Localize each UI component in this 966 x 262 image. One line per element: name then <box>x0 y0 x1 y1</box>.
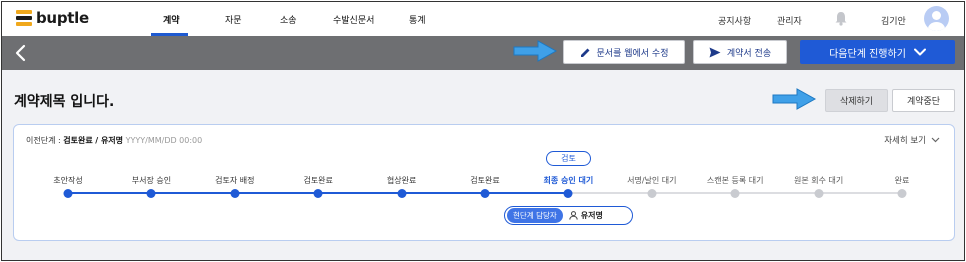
assignee-user: 유저명 <box>569 210 603 221</box>
assignee-tag: 현단계 담당자 <box>507 208 563 223</box>
top-nav: buptle 계약 자문 소송 수발신문서 통계 공지사항 관리자 김기안 <box>2 2 964 36</box>
edit-on-web-button[interactable]: 문서를 웹에서 수정 <box>563 40 685 64</box>
send-contract-label: 계약서 전송 <box>726 48 772 59</box>
nav-statistics[interactable]: 통계 <box>409 13 426 26</box>
step-dot <box>814 189 824 198</box>
assignee-name: 유저명 <box>580 211 603 220</box>
step-label: 협상완료 <box>386 176 417 185</box>
progress-card: 이전단계 : 검토완료 / 유저명 YYYY/MM/DD 00:00 자세히 보… <box>13 124 955 241</box>
next-step-button[interactable]: 다음단계 진행하기 <box>800 40 955 64</box>
chevron-down-icon <box>913 48 926 56</box>
send-contract-button[interactable]: 계약서 전송 <box>693 40 787 64</box>
app-window: buptle 계약 자문 소송 수발신문서 통계 공지사항 관리자 김기안 문서… <box>1 1 965 261</box>
user-name[interactable]: 김기안 <box>881 14 906 27</box>
step-label: 초안작성 <box>53 176 83 185</box>
avatar[interactable] <box>924 6 949 31</box>
step-dot <box>397 189 407 198</box>
next-step-label: 다음단계 진행하기 <box>829 48 906 60</box>
step-dot <box>730 189 740 198</box>
pointer-arrow-icon <box>513 40 558 62</box>
back-arrow-icon[interactable] <box>14 44 28 62</box>
logo[interactable]: buptle <box>16 9 89 27</box>
step-label: 부서장 승인 <box>131 176 172 185</box>
nav-contract[interactable]: 계약 <box>163 13 180 26</box>
step-dot <box>146 189 156 198</box>
logo-text: buptle <box>36 9 89 27</box>
step-dot <box>313 189 323 198</box>
step-label: 서명/날인 대기 <box>627 176 677 185</box>
step-dot <box>63 189 73 198</box>
nav-documents[interactable]: 수발신문서 <box>333 13 374 26</box>
page-title: 계약제목 입니다. <box>14 94 115 110</box>
step-label: 검토완료 <box>303 176 333 185</box>
logo-icon <box>16 10 32 26</box>
send-icon <box>709 47 721 57</box>
pointer-arrow-icon <box>772 88 817 110</box>
edit-on-web-label: 문서를 웹에서 수정 <box>596 48 669 59</box>
stop-contract-button[interactable]: 계약중단 <box>892 89 955 112</box>
step-label: 스캔본 등록 대기 <box>706 176 764 185</box>
step-label: 원본 회수 대기 <box>793 176 844 185</box>
current-assignee: 현단계 담당자 유저명 <box>504 206 633 225</box>
nav-advice[interactable]: 자문 <box>225 13 242 26</box>
step-dot <box>480 189 490 198</box>
step-label: 검토자 배정 <box>215 176 255 185</box>
notice-link[interactable]: 공지사항 <box>718 14 751 27</box>
step-label: 검토완료 <box>470 176 500 185</box>
pencil-icon <box>580 48 590 57</box>
step-label: 완료 <box>894 176 910 185</box>
step-label: 최종 승인 대기 <box>543 176 594 185</box>
step-dot <box>647 189 657 198</box>
action-bar: 문서를 웹에서 수정 계약서 전송 다음단계 진행하기 <box>2 36 964 70</box>
user-icon <box>569 211 578 220</box>
nav-litigation[interactable]: 소송 <box>280 13 297 26</box>
bell-icon[interactable] <box>834 11 848 26</box>
step-dot <box>897 189 907 198</box>
current-step-dot <box>563 189 573 198</box>
delete-button[interactable]: 삭제하기 <box>825 89 888 112</box>
step-dot <box>230 189 240 198</box>
progress-track: 초안작성 부서장 승인 검토자 배정 검토완료 협상완료 검토완료 최종 승인 대기 서명/날… <box>14 125 956 242</box>
admin-link[interactable]: 관리자 <box>777 14 802 27</box>
